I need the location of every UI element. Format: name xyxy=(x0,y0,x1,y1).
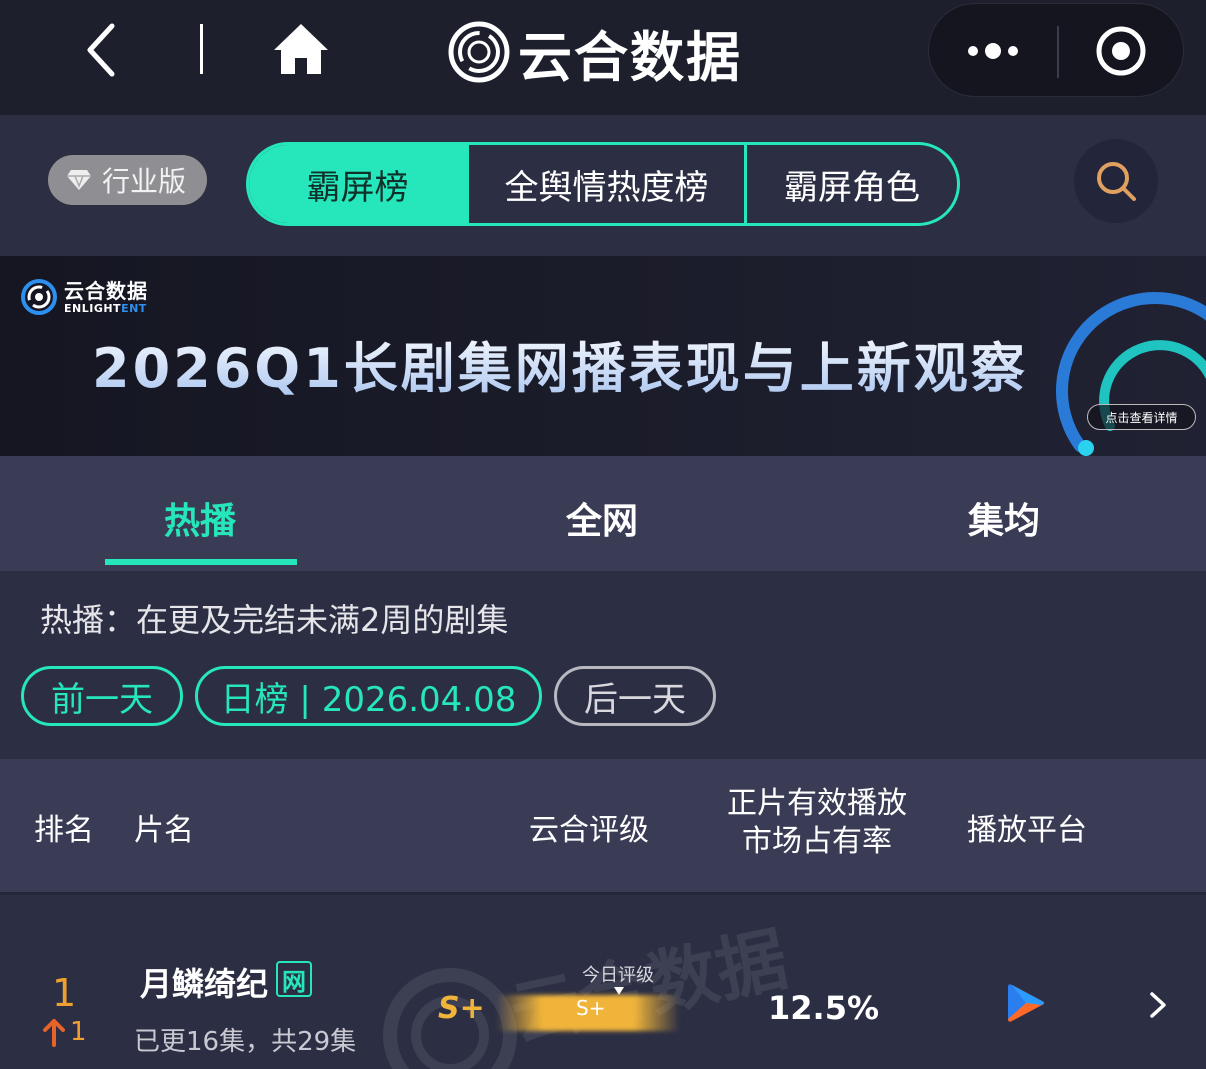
table-header: 排名 片名 云合评级 正片有效播放 市场占有率 播放平台 xyxy=(0,759,1206,892)
arrow-up-icon xyxy=(43,1019,65,1047)
previous-day-button[interactable]: 前一天 xyxy=(21,666,183,726)
date-picker-button[interactable]: 日榜 | 2026.04.08 xyxy=(195,666,542,726)
brand-logo-icon xyxy=(21,279,57,315)
column-header-platform: 播放平台 xyxy=(967,813,1087,848)
banner-logo-en: ENLIGHTENT xyxy=(64,301,147,315)
grade-value: S+ xyxy=(438,991,485,1026)
banner-logo-cn: 云合数据 xyxy=(64,278,148,303)
column-header-name: 片名 xyxy=(134,813,194,848)
web-drama-badge: 网 xyxy=(276,961,312,997)
edition-button[interactable]: 行业版 xyxy=(48,155,207,205)
search-button[interactable] xyxy=(1074,139,1158,223)
top-nav-bar: 云合数据 xyxy=(0,0,1206,115)
brand-logo-icon xyxy=(448,21,510,83)
promo-banner[interactable]: 云合数据 ENLIGHTENT 2026Q1长剧集网播表现与上新观察 点击查看详… xyxy=(0,256,1206,456)
banner-details-button[interactable]: 点击查看详情 xyxy=(1087,404,1196,430)
app-brand: 云合数据 xyxy=(448,12,742,92)
edition-label: 行业版 xyxy=(102,165,187,198)
board-segmented-control: 霸屏榜 全舆情热度榜 霸屏角色 xyxy=(246,142,960,226)
tab-character-board[interactable]: 霸屏角色 xyxy=(744,145,957,223)
column-header-grade: 云合评级 xyxy=(529,813,649,848)
category-tabs: 热播 全网 集均 xyxy=(0,456,1206,571)
search-icon xyxy=(1097,162,1136,201)
diamond-icon xyxy=(67,170,91,190)
more-dots-icon[interactable] xyxy=(963,34,1023,68)
capsule-divider xyxy=(1057,26,1059,78)
today-grade-value: S+ xyxy=(576,996,606,1020)
active-tab-indicator xyxy=(105,559,297,565)
market-share-value: 12.5% xyxy=(768,989,880,1027)
mini-program-capsule xyxy=(928,3,1184,97)
chevron-left-icon[interactable] xyxy=(80,20,124,80)
filter-description: 热播：在更及完结未满2周的剧集 xyxy=(40,601,509,639)
rank-change: 1 xyxy=(42,1017,87,1047)
tab-all-network[interactable]: 全网 xyxy=(566,492,638,544)
show-title[interactable]: 月鳞绮纪 xyxy=(140,959,268,1005)
episode-progress: 已更16集，共29集 xyxy=(134,1027,357,1057)
filter-area: 热播：在更及完结未满2周的剧集 前一天 日榜 | 2026.04.08 后一天 xyxy=(0,571,1206,759)
target-icon[interactable] xyxy=(1095,25,1147,77)
nav-divider xyxy=(200,24,203,74)
youku-icon xyxy=(1008,984,1044,1022)
board-switcher-row: 行业版 霸屏榜 全舆情热度榜 霸屏角色 xyxy=(0,115,1206,256)
table-row[interactable]: 云合数据 1 1 月鳞绮纪 网 已更16集，共29集 S+ 今日评级 S+ 12… xyxy=(0,892,1206,1069)
tab-dominance-board[interactable]: 霸屏榜 xyxy=(249,145,466,223)
rank-number: 1 xyxy=(52,971,77,1015)
next-day-button[interactable]: 后一天 xyxy=(554,666,716,726)
tab-hot-airing[interactable]: 热播 xyxy=(164,492,236,544)
rank-change-value: 1 xyxy=(70,1017,87,1047)
tab-per-episode[interactable]: 集均 xyxy=(968,492,1040,544)
column-header-rank: 排名 xyxy=(34,813,94,848)
caret-down-icon xyxy=(614,987,624,995)
app-title: 云合数据 xyxy=(518,25,742,89)
home-icon[interactable] xyxy=(272,22,330,76)
today-grade-caption: 今日评级 xyxy=(582,965,654,986)
chevron-right-icon[interactable] xyxy=(1146,991,1170,1019)
column-header-share: 正片有效播放 市场占有率 xyxy=(727,786,907,859)
tab-buzz-board[interactable]: 全舆情热度榜 xyxy=(466,145,744,223)
banner-title: 2026Q1长剧集网播表现与上新观察 xyxy=(92,324,1028,403)
banner-logo: 云合数据 ENLIGHTENT xyxy=(20,278,148,316)
